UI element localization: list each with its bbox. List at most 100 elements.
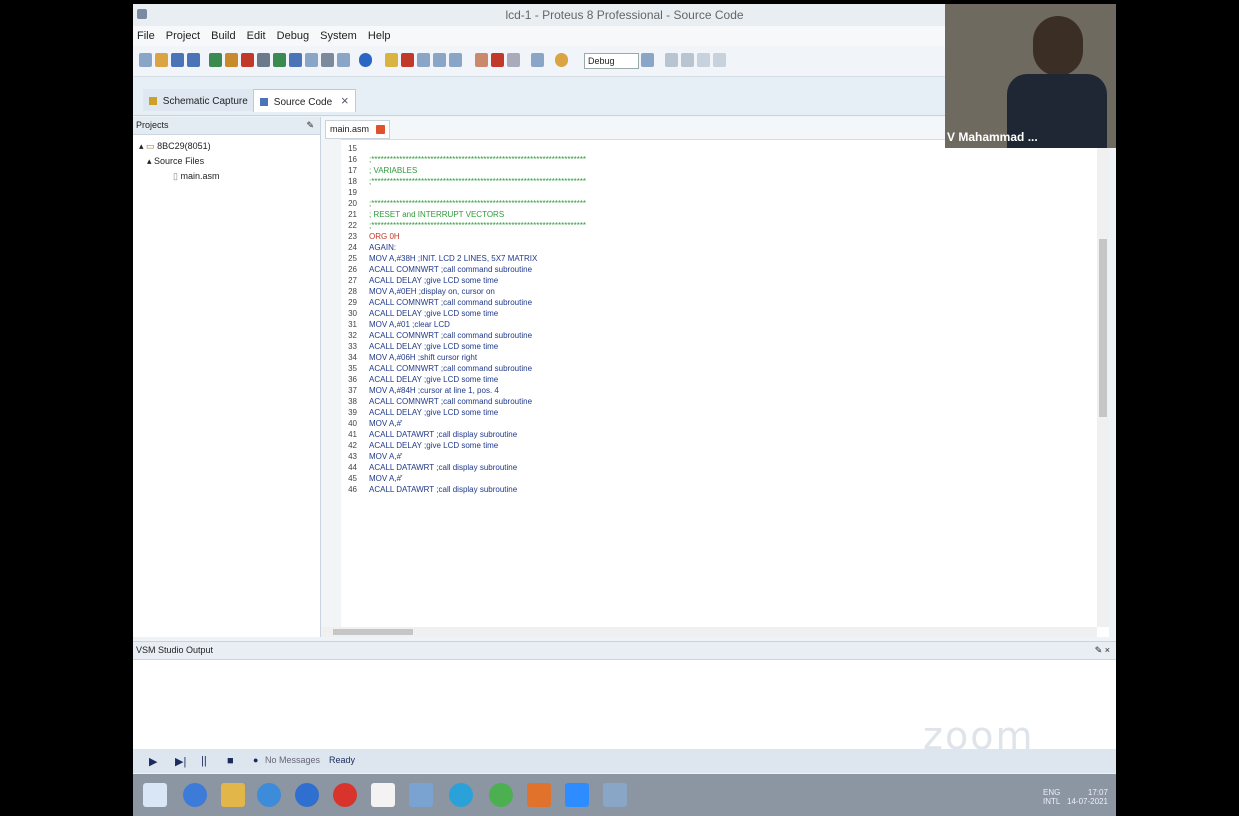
code-line[interactable]: 16 ;*************************************…: [343, 154, 1083, 165]
breakpoint-icon[interactable]: [491, 53, 504, 67]
code-line[interactable]: 22 ;*************************************…: [343, 220, 1083, 231]
pause-icon[interactable]: ||: [201, 755, 207, 767]
edge-icon[interactable]: [257, 783, 281, 807]
code-line[interactable]: 18 ;*************************************…: [343, 176, 1083, 187]
run-icon[interactable]: [475, 53, 488, 67]
messages-count[interactable]: No Messages: [265, 755, 320, 765]
chrome-icon[interactable]: [489, 783, 513, 807]
code-line[interactable]: 31 MOV A,#01 ;clear LCD: [343, 319, 1083, 330]
tab-schematic-capture[interactable]: Schematic Capture ×: [143, 89, 271, 111]
tree-item-source-files[interactable]: ▴ Source Files: [133, 154, 320, 169]
find-icon[interactable]: [449, 53, 462, 67]
menu-help[interactable]: Help: [364, 26, 395, 46]
tree-item-main-asm[interactable]: ▯ main.asm: [133, 169, 320, 184]
code-line[interactable]: 29 ACALL COMNWRT ;call command subroutine: [343, 297, 1083, 308]
tab-source-code[interactable]: Source Code ×: [253, 89, 356, 112]
build-icon[interactable]: [385, 53, 398, 67]
code-line[interactable]: 27 ACALL DELAY ;give LCD some time: [343, 275, 1083, 286]
source-code-icon[interactable]: [305, 53, 318, 67]
code-line[interactable]: 21 ; RESET and INTERRUPT VECTORS: [343, 209, 1083, 220]
open-icon[interactable]: [155, 53, 168, 67]
code-line[interactable]: 37 MOV A,#84H ;cursor at line 1, pos. 4: [343, 385, 1083, 396]
code-line[interactable]: 33 ACALL DELAY ;give LCD some time: [343, 341, 1083, 352]
opera-icon[interactable]: [333, 783, 357, 807]
tree-item-project[interactable]: ▴ ▭ 8BC29(8051): [133, 139, 320, 154]
pause-icon[interactable]: [531, 53, 544, 67]
help-icon[interactable]: [359, 53, 372, 67]
menu-edit[interactable]: Edit: [243, 26, 270, 46]
zoom-video-tile[interactable]: V Mahammad ...: [945, 4, 1116, 148]
close-icon[interactable]: ×: [341, 93, 349, 108]
scroll-thumb[interactable]: [333, 629, 413, 635]
code-line[interactable]: 30 ACALL DELAY ;give LCD some time: [343, 308, 1083, 319]
code-line[interactable]: 23 ORG 0H: [343, 231, 1083, 242]
search-icon[interactable]: [183, 783, 207, 807]
code-line[interactable]: 24 AGAIN:: [343, 242, 1083, 253]
scroll-thumb[interactable]: [1099, 239, 1107, 417]
schematic-icon[interactable]: [209, 53, 222, 67]
code-line[interactable]: 39 ACALL DELAY ;give LCD some time: [343, 407, 1083, 418]
step-icon[interactable]: [507, 53, 520, 67]
dropdown-arrow-icon[interactable]: [641, 53, 654, 67]
menu-project[interactable]: Project: [162, 26, 204, 46]
clock[interactable]: 17:07 14-07-2021: [1067, 788, 1108, 806]
gerber-icon[interactable]: [241, 53, 254, 67]
app-icon-c[interactable]: [449, 783, 473, 807]
delete-icon[interactable]: [401, 53, 414, 67]
save-icon[interactable]: [171, 53, 184, 67]
code-line[interactable]: 19: [343, 187, 1083, 198]
start-icon[interactable]: [143, 783, 167, 807]
code-line[interactable]: 32 ACALL COMNWRT ;call command subroutine: [343, 330, 1083, 341]
code-line[interactable]: 44 ACALL DATAWRT ;call display subroutine: [343, 462, 1083, 473]
code-line[interactable]: 17 ; VARIABLES: [343, 165, 1083, 176]
menu-build[interactable]: Build: [207, 26, 239, 46]
zoom-icon[interactable]: [565, 783, 589, 807]
stop-icon[interactable]: ■: [227, 755, 234, 767]
code-line[interactable]: 41 ACALL DATAWRT ;call display subroutine: [343, 429, 1083, 440]
code-line[interactable]: 45 MOV A,#': [343, 473, 1083, 484]
redo-icon[interactable]: [681, 53, 694, 67]
chrome-app-icon[interactable]: [295, 783, 319, 807]
new-icon[interactable]: [139, 53, 152, 67]
expand-icon[interactable]: ▴: [147, 156, 152, 166]
horizontal-scrollbar[interactable]: [321, 627, 1097, 637]
file-tab-main-asm[interactable]: main.asm: [325, 120, 390, 139]
code-line[interactable]: 46 ACALL DATAWRT ;call display subroutine: [343, 484, 1083, 495]
menu-file[interactable]: File: [133, 26, 159, 46]
code-line[interactable]: 40 MOV A,#': [343, 418, 1083, 429]
code-line[interactable]: 43 MOV A,#': [343, 451, 1083, 462]
debug-config-select[interactable]: Debug: [584, 53, 639, 69]
code-text[interactable]: 15 16 ;***********************************…: [343, 143, 1083, 621]
code-line[interactable]: 25 MOV A,#38H ;INIT. LCD 2 LINES, 5X7 MAT…: [343, 253, 1083, 264]
code-line[interactable]: 38 ACALL COMNWRT ;call command subroutine: [343, 396, 1083, 407]
bom-icon[interactable]: [273, 53, 286, 67]
pcb-icon[interactable]: [225, 53, 238, 67]
proteus-icon[interactable]: [603, 783, 627, 807]
save-all-icon[interactable]: [187, 53, 200, 67]
code-line[interactable]: 36 ACALL DELAY ;give LCD some time: [343, 374, 1083, 385]
notepad-icon[interactable]: [371, 783, 395, 807]
pin-icon[interactable]: ✎: [306, 117, 314, 134]
play-icon[interactable]: ▶: [149, 755, 157, 768]
code-line[interactable]: 34 MOV A,#06H ;shift cursor right: [343, 352, 1083, 363]
debug-icon[interactable]: [555, 53, 568, 67]
powerpoint-icon[interactable]: [527, 783, 551, 807]
cut-icon[interactable]: [697, 53, 710, 67]
code-line[interactable]: 42 ACALL DELAY ;give LCD some time: [343, 440, 1083, 451]
close-icon[interactable]: [375, 125, 385, 135]
code-line[interactable]: 26 ACALL COMNWRT ;call command subroutine: [343, 264, 1083, 275]
menu-debug[interactable]: Debug: [273, 26, 313, 46]
code-line[interactable]: 35 ACALL COMNWRT ;call command subroutine: [343, 363, 1083, 374]
paste-icon[interactable]: [433, 53, 446, 67]
undo-icon[interactable]: [665, 53, 678, 67]
3d-viewer-icon[interactable]: [289, 53, 302, 67]
pin-close-icon[interactable]: ✎ ×: [1095, 642, 1110, 659]
network-icon[interactable]: [409, 783, 433, 807]
menu-system[interactable]: System: [316, 26, 361, 46]
indent-icon[interactable]: [713, 53, 726, 67]
step-icon[interactable]: ▶|: [175, 755, 186, 768]
file-explorer-icon[interactable]: [221, 783, 245, 807]
code-line[interactable]: 20 ;*************************************…: [343, 198, 1083, 209]
code-line[interactable]: 28 MOV A,#0EH ;display on, cursor on: [343, 286, 1083, 297]
language-indicator[interactable]: ENG INTL: [1043, 788, 1060, 806]
